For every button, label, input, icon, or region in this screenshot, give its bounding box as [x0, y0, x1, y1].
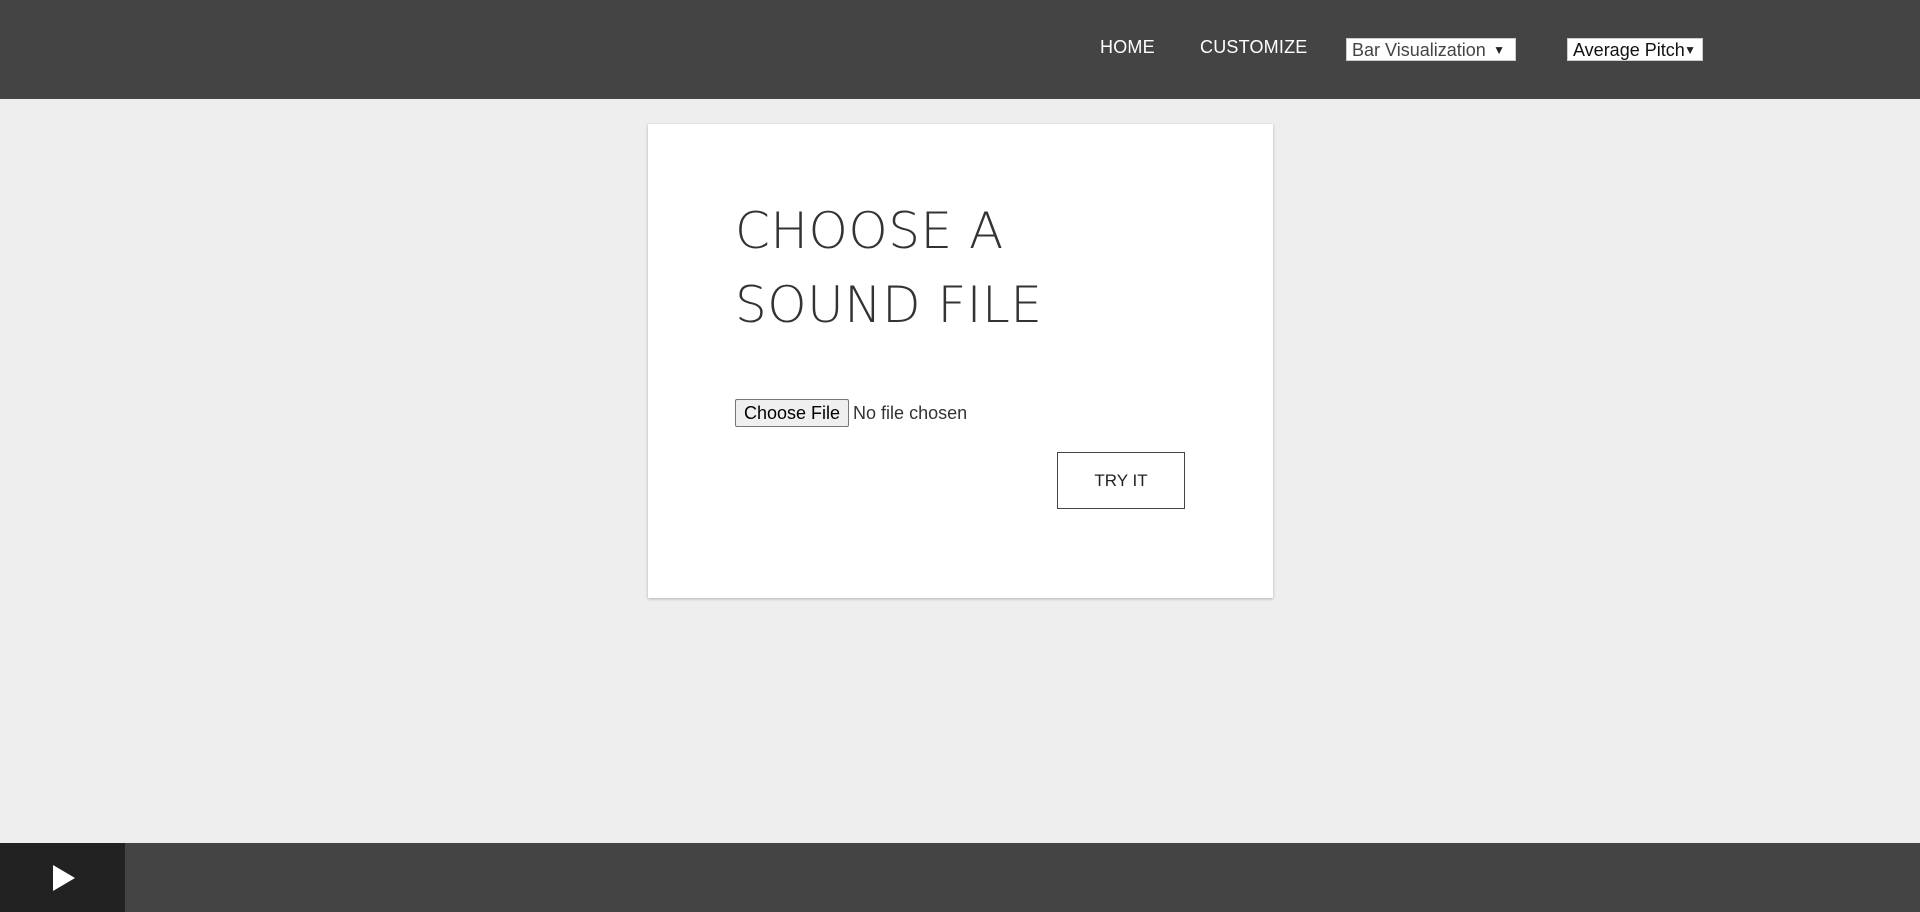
card-title: CHOOSE A SOUND FILE [735, 202, 1043, 334]
dropdown-caret-icon: ▼ [1493, 43, 1505, 57]
file-input[interactable]: Choose File No file chosen [735, 399, 967, 427]
visualization-select[interactable]: Bar Visualization ▼ [1346, 38, 1516, 61]
nav-home-link[interactable]: HOME [1100, 37, 1155, 58]
dropdown-caret-icon: ▼ [1684, 43, 1696, 57]
play-button[interactable] [0, 843, 125, 912]
play-icon [53, 865, 75, 891]
metric-select[interactable]: Average Pitch ▼ [1567, 38, 1703, 61]
choose-file-button[interactable]: Choose File [735, 399, 850, 427]
upload-card: CHOOSE A SOUND FILE Choose File No file … [648, 124, 1273, 598]
player-bar [0, 843, 1920, 912]
file-status-text: No file chosen [853, 402, 968, 423]
visualization-select-value: Bar Visualization [1352, 40, 1486, 60]
try-it-button[interactable]: TRY IT [1057, 452, 1185, 509]
nav-customize-link[interactable]: CUSTOMIZE [1200, 37, 1307, 58]
metric-select-value: Average Pitch [1573, 40, 1685, 60]
top-navigation-bar: HOME CUSTOMIZE Bar Visualization ▼ Avera… [0, 0, 1920, 99]
